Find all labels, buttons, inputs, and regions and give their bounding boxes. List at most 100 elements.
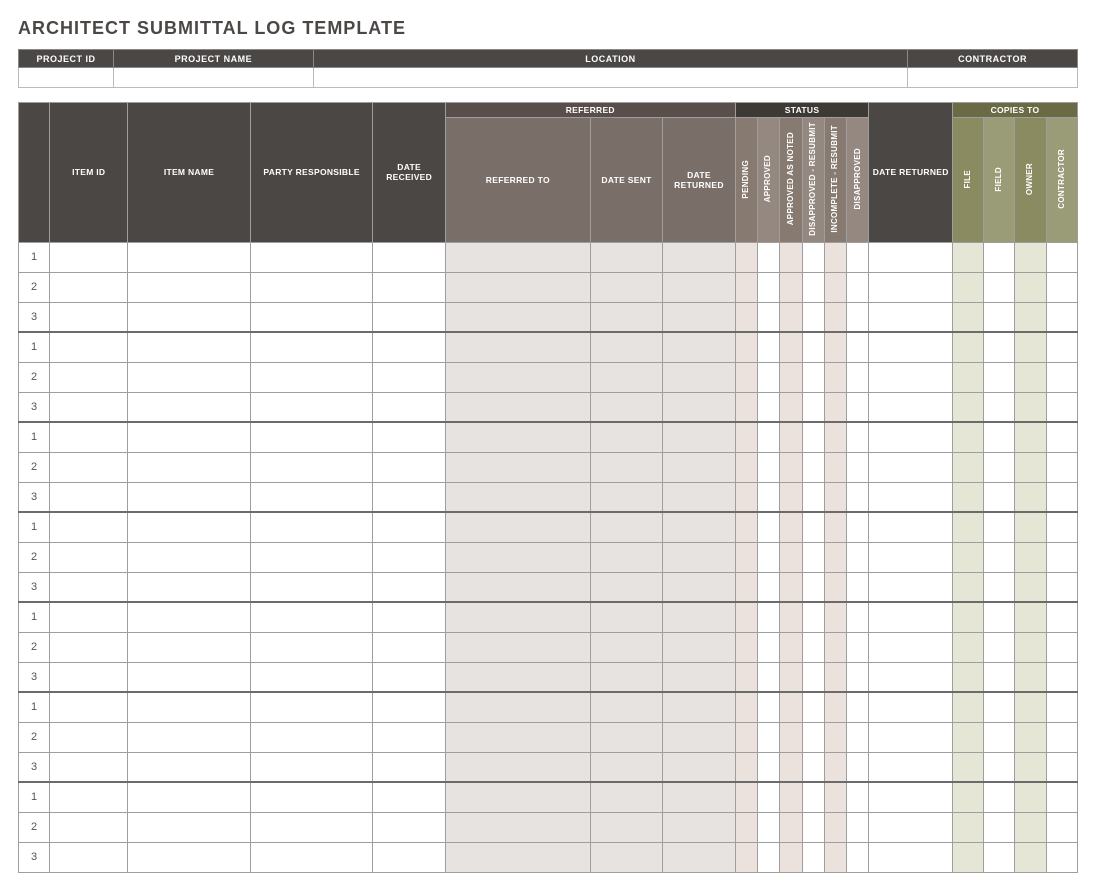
cell-referred-to[interactable] (445, 392, 590, 422)
cell-status-disapproved-resubmit[interactable] (802, 242, 824, 272)
cell-date-sent[interactable] (590, 362, 662, 392)
cell-status-approved[interactable] (757, 272, 779, 302)
cell-status-disapproved-resubmit[interactable] (802, 272, 824, 302)
cell-copies-owner[interactable] (1015, 752, 1046, 782)
cell-copies-contractor[interactable] (1046, 512, 1077, 542)
cell-item-name[interactable] (128, 542, 251, 572)
cell-status-disapproved-resubmit[interactable] (802, 602, 824, 632)
cell-copies-field[interactable] (984, 782, 1015, 812)
cell-status-incomplete-resubmit[interactable] (824, 242, 846, 272)
cell-copies-file[interactable] (953, 632, 984, 662)
cell-status-disapproved-resubmit[interactable] (802, 752, 824, 782)
cell-party-responsible[interactable] (250, 452, 373, 482)
cell-date-returned[interactable] (869, 422, 953, 452)
cell-item-id[interactable] (50, 602, 128, 632)
cell-item-id[interactable] (50, 452, 128, 482)
cell-date-returned-ref[interactable] (663, 842, 735, 872)
cell-date-received[interactable] (373, 662, 445, 692)
cell-party-responsible[interactable] (250, 392, 373, 422)
cell-copies-owner[interactable] (1015, 482, 1046, 512)
cell-party-responsible[interactable] (250, 302, 373, 332)
cell-item-id[interactable] (50, 632, 128, 662)
cell-copies-contractor[interactable] (1046, 242, 1077, 272)
cell-copies-contractor[interactable] (1046, 572, 1077, 602)
cell-referred-to[interactable] (445, 842, 590, 872)
cell-item-name[interactable] (128, 782, 251, 812)
cell-item-id[interactable] (50, 422, 128, 452)
cell-copies-file[interactable] (953, 842, 984, 872)
cell-date-received[interactable] (373, 572, 445, 602)
cell-date-returned-ref[interactable] (663, 722, 735, 752)
cell-date-sent[interactable] (590, 482, 662, 512)
cell-status-pending[interactable] (735, 602, 757, 632)
cell-date-received[interactable] (373, 722, 445, 752)
cell-status-approved-as-noted[interactable] (780, 242, 802, 272)
cell-date-returned[interactable] (869, 272, 953, 302)
cell-copies-owner[interactable] (1015, 692, 1046, 722)
cell-item-name[interactable] (128, 812, 251, 842)
cell-copies-file[interactable] (953, 392, 984, 422)
cell-date-returned-ref[interactable] (663, 272, 735, 302)
cell-date-returned-ref[interactable] (663, 662, 735, 692)
cell-status-disapproved[interactable] (847, 302, 869, 332)
cell-copies-field[interactable] (984, 632, 1015, 662)
cell-copies-field[interactable] (984, 812, 1015, 842)
cell-item-name[interactable] (128, 572, 251, 602)
cell-date-sent[interactable] (590, 572, 662, 602)
cell-copies-field[interactable] (984, 362, 1015, 392)
cell-status-approved-as-noted[interactable] (780, 392, 802, 422)
cell-date-received[interactable] (373, 512, 445, 542)
cell-copies-owner[interactable] (1015, 272, 1046, 302)
cell-copies-contractor[interactable] (1046, 662, 1077, 692)
cell-status-disapproved[interactable] (847, 512, 869, 542)
cell-status-approved[interactable] (757, 422, 779, 452)
cell-status-disapproved[interactable] (847, 842, 869, 872)
cell-date-returned[interactable] (869, 512, 953, 542)
cell-status-approved[interactable] (757, 302, 779, 332)
cell-party-responsible[interactable] (250, 572, 373, 602)
cell-date-returned[interactable] (869, 722, 953, 752)
cell-copies-owner[interactable] (1015, 242, 1046, 272)
cell-status-pending[interactable] (735, 362, 757, 392)
cell-date-sent[interactable] (590, 662, 662, 692)
cell-date-sent[interactable] (590, 812, 662, 842)
cell-date-returned[interactable] (869, 782, 953, 812)
cell-date-sent[interactable] (590, 332, 662, 362)
cell-status-disapproved[interactable] (847, 362, 869, 392)
cell-status-pending[interactable] (735, 782, 757, 812)
cell-item-id[interactable] (50, 812, 128, 842)
cell-date-sent[interactable] (590, 602, 662, 632)
cell-status-approved[interactable] (757, 542, 779, 572)
cell-item-name[interactable] (128, 302, 251, 332)
cell-date-returned-ref[interactable] (663, 812, 735, 842)
cell-referred-to[interactable] (445, 572, 590, 602)
cell-item-id[interactable] (50, 272, 128, 302)
cell-date-returned[interactable] (869, 242, 953, 272)
cell-date-returned[interactable] (869, 332, 953, 362)
cell-date-returned[interactable] (869, 632, 953, 662)
cell-item-name[interactable] (128, 662, 251, 692)
cell-status-incomplete-resubmit[interactable] (824, 692, 846, 722)
cell-status-approved[interactable] (757, 482, 779, 512)
cell-status-disapproved-resubmit[interactable] (802, 842, 824, 872)
cell-item-id[interactable] (50, 782, 128, 812)
cell-party-responsible[interactable] (250, 332, 373, 362)
cell-date-sent[interactable] (590, 512, 662, 542)
cell-party-responsible[interactable] (250, 662, 373, 692)
cell-date-returned-ref[interactable] (663, 572, 735, 602)
cell-contractor[interactable] (908, 68, 1078, 88)
cell-date-returned-ref[interactable] (663, 692, 735, 722)
cell-status-incomplete-resubmit[interactable] (824, 392, 846, 422)
cell-referred-to[interactable] (445, 632, 590, 662)
cell-party-responsible[interactable] (250, 782, 373, 812)
cell-item-name[interactable] (128, 602, 251, 632)
cell-date-returned-ref[interactable] (663, 542, 735, 572)
cell-status-pending[interactable] (735, 452, 757, 482)
cell-date-sent[interactable] (590, 392, 662, 422)
cell-status-approved-as-noted[interactable] (780, 452, 802, 482)
cell-party-responsible[interactable] (250, 722, 373, 752)
cell-status-approved-as-noted[interactable] (780, 662, 802, 692)
cell-status-pending[interactable] (735, 302, 757, 332)
cell-item-id[interactable] (50, 362, 128, 392)
cell-date-received[interactable] (373, 602, 445, 632)
